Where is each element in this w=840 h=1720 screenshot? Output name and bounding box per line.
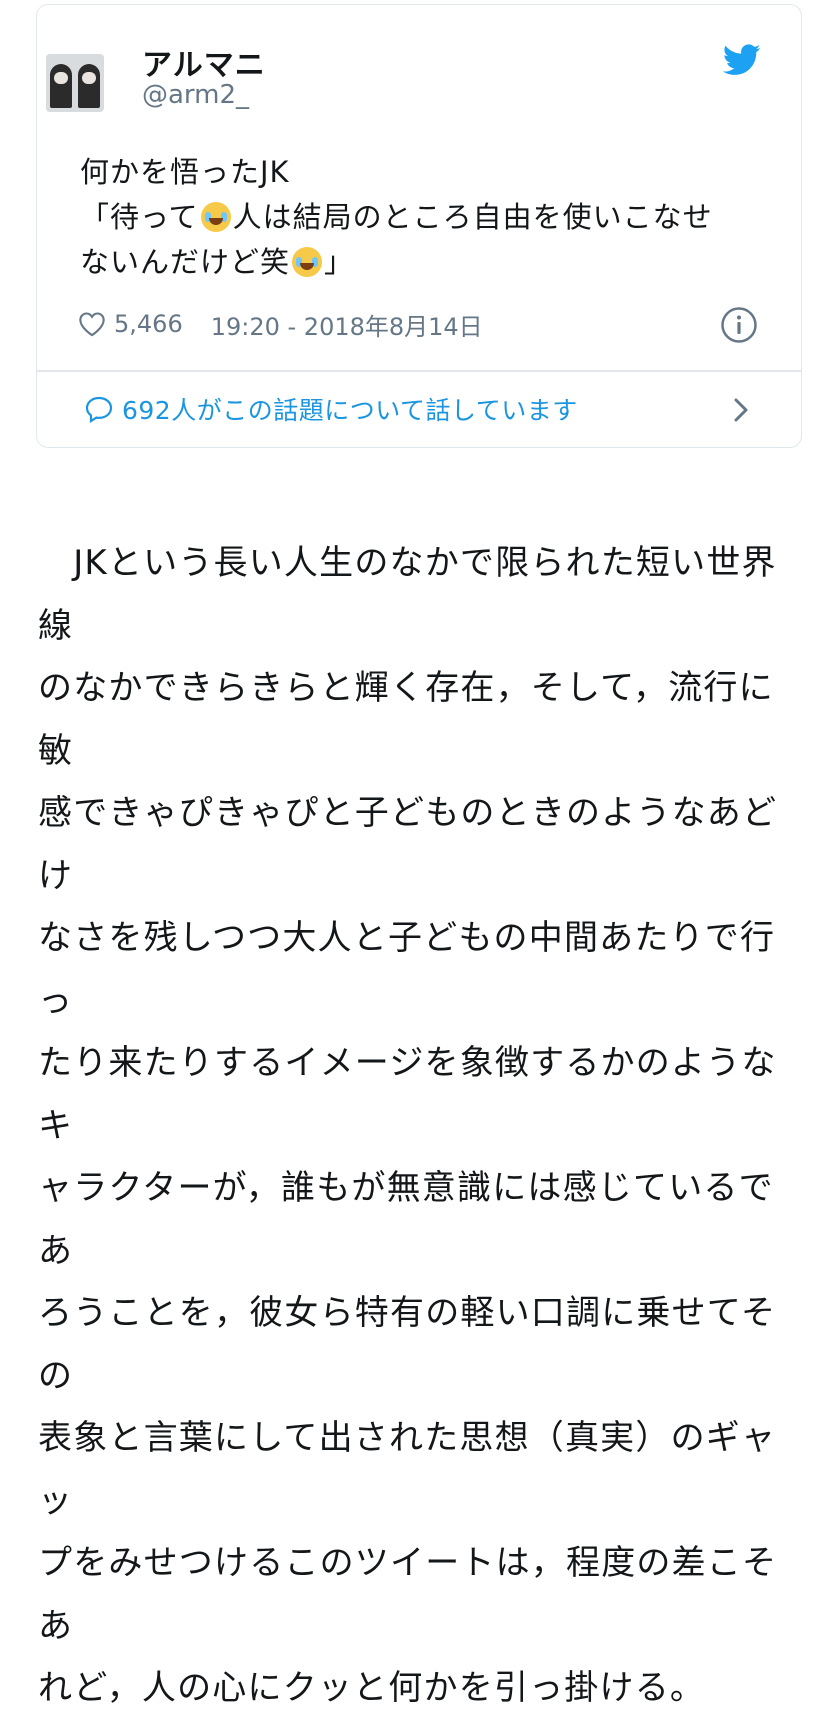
conversation-link[interactable]: 692人がこの話題について話しています — [84, 388, 764, 430]
tweet-timestamp[interactable]: 19:20 - 2018年8月14日 — [211, 307, 483, 342]
speech-bubble-icon — [85, 396, 113, 423]
display-name[interactable]: アルマニ — [142, 40, 266, 84]
tweet-text-line-3b: 」 — [324, 245, 355, 279]
tweet-text-line-1: 何かを悟ったJK — [80, 155, 290, 189]
article-line: 表象と言葉にして出された思想（真実）のギャッ — [38, 1418, 777, 1521]
tears-of-joy-emoji-icon — [200, 202, 231, 232]
like-count[interactable]: 5,466 — [114, 310, 183, 338]
info-icon[interactable] — [720, 306, 758, 344]
article-line: ろうことを，彼女ら特有の軽い口調に乗せてその — [38, 1293, 777, 1396]
tweet-text: 何かを悟ったJK 「待って 人は結局のところ自由を使いこなせ ないんだけど笑」 — [80, 150, 760, 285]
article-line: たり来たりするイメージを象徴するかのようなキ — [38, 1043, 777, 1146]
twitter-bird-icon[interactable] — [723, 44, 761, 76]
tweet-text-line-2a: 「待って — [80, 200, 199, 234]
tweet-text-line-2b: 人は結局のところ自由を使いこなせ — [232, 200, 713, 234]
article-body: JKという長い人生のなかで限られた短い世界線 のなかできらきらと輝く存在，そして，… — [38, 532, 808, 1720]
heart-icon[interactable] — [78, 311, 106, 337]
article-line: れど，人の心にクッと何かを引っ掛ける。 — [38, 1668, 706, 1708]
article-line: JKという長い人生のなかで限られた短い世界線 — [38, 543, 777, 646]
rolling-laughing-emoji-icon — [292, 247, 323, 277]
chevron-right-icon[interactable] — [730, 394, 752, 426]
article-line: プをみせつけるこのツイートは，程度の差こそあ — [38, 1543, 778, 1646]
avatar[interactable] — [46, 54, 104, 112]
tweet-meta-row: 5,466 19:20 - 2018年8月14日 — [78, 306, 483, 342]
user-handle[interactable]: @arm2_ — [142, 80, 249, 110]
card-divider — [36, 370, 802, 372]
article-line: ャラクターが，誰もが無意識には感じているであ — [38, 1168, 774, 1271]
article-line: 感できゃぴきゃぴと子どものときのようなあどけ — [38, 793, 778, 896]
article-line: のなかできらきらと輝く存在，そして，流行に敏 — [38, 668, 774, 771]
tweet-text-line-3a: ないんだけど笑 — [80, 245, 291, 279]
conversation-text: 692人がこの話題について話しています — [122, 396, 578, 425]
article-line: なさを残しつつ大人と子どもの中間あたりで行っ — [38, 918, 776, 1021]
